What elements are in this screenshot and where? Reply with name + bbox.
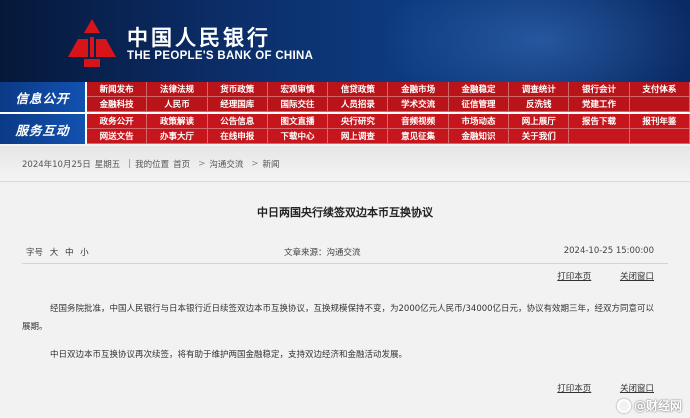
breadcrumb-communication[interactable]: 沟通交流 — [209, 158, 243, 170]
article-paragraph: 经国务院批准，中国人民银行与日本银行近日续签双边本币互换协议，互换规模保持不变，… — [22, 304, 655, 332]
row2-item-11[interactable]: 办事大厅 — [147, 129, 208, 144]
bank-name-en: THE PEOPLE'S BANK OF CHINA — [127, 50, 314, 62]
row1-item-1[interactable]: 法律法规 — [147, 82, 208, 97]
nav-row-info: 信息公开 新闻发布 法律法规 货币政策 宏观审慎 信贷政策 金融市场 金融稳定 调查统计 银行会… — [0, 82, 690, 112]
row2-item-6[interactable]: 市场动态 — [448, 114, 510, 129]
article-actions-top: 打印本页 关闭窗口 — [531, 270, 654, 282]
nav-label-info-disclosure[interactable]: 信息公开 — [0, 82, 85, 112]
row1-item-3[interactable]: 宏观审慎 — [267, 82, 329, 97]
row1-item-14[interactable]: 人员招录 — [328, 97, 389, 112]
divider — [22, 263, 668, 264]
article-actions-bottom: 打印本页 关闭窗口 — [531, 382, 654, 394]
row2-item-0[interactable]: 政务公开 — [87, 114, 148, 129]
row1-item-10[interactable]: 金融科技 — [87, 97, 148, 112]
font-size-label: 字号 — [26, 248, 44, 258]
row1-item-0[interactable]: 新闻发布 — [87, 82, 148, 97]
main-navigation: 信息公开 新闻发布 法律法规 货币政策 宏观审慎 信贷政策 金融市场 金融稳定 调查统计 银行会… — [0, 82, 690, 144]
article-paragraph: 中日双边本币互换协议再次续签，将有助于维护两国金融稳定，支持双边经济和金融活动发… — [50, 350, 408, 360]
article-source: 文章来源：沟通交流 — [284, 248, 361, 258]
watermark-text: @财经网 — [633, 399, 682, 413]
row1-item-8[interactable]: 银行会计 — [569, 82, 630, 97]
row2-item-14[interactable]: 网上调查 — [328, 129, 389, 144]
print-page-link[interactable]: 打印本页 — [557, 272, 591, 282]
row2-item-12[interactable]: 在线申报 — [207, 129, 268, 144]
row1-item-5[interactable]: 金融市场 — [388, 82, 449, 97]
row1-item-11[interactable]: 人民币 — [147, 97, 208, 112]
font-size-large[interactable]: 大 — [50, 248, 59, 258]
banner-glow — [380, 0, 690, 82]
close-window-link[interactable]: 关闭窗口 — [620, 272, 654, 282]
watermark: @财经网 — [616, 397, 682, 414]
row2-item-3[interactable]: 图文直播 — [267, 114, 329, 129]
weibo-icon — [616, 398, 631, 413]
row2-item-17[interactable]: 关于我们 — [509, 129, 570, 144]
breadcrumb-separator: > — [251, 158, 259, 169]
row2-item-13[interactable]: 下载中心 — [267, 129, 329, 144]
print-page-link[interactable]: 打印本页 — [557, 384, 591, 394]
breadcrumb-home[interactable]: 首页 — [173, 158, 190, 170]
row1-item-4[interactable]: 信贷政策 — [328, 82, 389, 97]
font-size-small[interactable]: 小 — [80, 248, 89, 258]
pboc-logo-icon[interactable] — [64, 17, 120, 69]
row2-item-15[interactable]: 意见征集 — [388, 129, 449, 144]
row1-item-9[interactable]: 支付体系 — [629, 82, 690, 97]
nav-row-service: 服务互动 政务公开 政策解读 公告信息 图文直播 央行研究 音频视频 市场动态 网上展厅 报告下… — [0, 114, 690, 144]
row2-item-2[interactable]: 公告信息 — [207, 114, 268, 129]
row2-item-16[interactable]: 金融知识 — [448, 129, 510, 144]
breadcrumb: 2024年10月25日 星期五 | 我的位置 首页 > 沟通交流 > 新闻 — [0, 146, 690, 182]
row2-item-5[interactable]: 音频视频 — [388, 114, 449, 129]
row1-item-13[interactable]: 国际交往 — [267, 97, 329, 112]
location-label: 我的位置 — [135, 159, 170, 170]
bank-name-cn: 中国人民银行 — [127, 25, 271, 50]
row1-item-12[interactable]: 经理国库 — [207, 97, 268, 112]
article-content: 中日两国央行续签双边本币互换协议 字号 大 中 小 文章来源：沟通交流 2024… — [22, 186, 668, 418]
row2-empty-cell — [569, 129, 630, 144]
breadcrumb-separator: > — [198, 158, 206, 169]
site-banner: 中国人民银行 THE PEOPLE'S BANK OF CHINA — [0, 0, 690, 82]
row2-item-8[interactable]: 报告下载 — [569, 114, 630, 129]
row1-item-17[interactable]: 反洗钱 — [509, 97, 570, 112]
row1-item-6[interactable]: 金融稳定 — [448, 82, 510, 97]
row2-item-1[interactable]: 政策解读 — [147, 114, 208, 129]
row1-item-16[interactable]: 征信管理 — [448, 97, 510, 112]
breadcrumb-news[interactable]: 新闻 — [262, 158, 279, 170]
font-size-medium[interactable]: 中 — [65, 248, 74, 258]
current-weekday: 星期五 — [94, 159, 121, 170]
nav-grid-info: 新闻发布 法律法规 货币政策 宏观审慎 信贷政策 金融市场 金融稳定 调查统计 银行会计 支付体系… — [87, 82, 690, 112]
row1-item-7[interactable]: 调查统计 — [509, 82, 570, 97]
article-date: 2024-10-25 15:00:00 — [563, 246, 654, 256]
row2-item-10[interactable]: 网送文告 — [87, 129, 148, 144]
nav-label-service-interaction[interactable]: 服务互动 — [0, 114, 85, 144]
article-meta: 字号 大 中 小 文章来源：沟通交流 2024-10-25 15:00:00 — [22, 246, 668, 260]
row1-item-15[interactable]: 学术交流 — [388, 97, 449, 112]
article-title: 中日两国央行续签双边本币互换协议 — [257, 206, 433, 219]
nav-grid-service: 政务公开 政策解读 公告信息 图文直播 央行研究 音频视频 市场动态 网上展厅 报告下载 报刊年鉴… — [87, 114, 690, 144]
font-size-control: 字号 大 中 小 — [26, 246, 89, 258]
row1-item-18[interactable]: 党建工作 — [569, 97, 630, 112]
close-window-link[interactable]: 关闭窗口 — [620, 384, 654, 394]
breadcrumb-separator: | — [128, 158, 132, 169]
row2-item-9[interactable]: 报刊年鉴 — [629, 114, 690, 129]
row1-empty-cell — [629, 97, 690, 112]
row1-item-2[interactable]: 货币政策 — [207, 82, 268, 97]
row2-item-4[interactable]: 央行研究 — [328, 114, 389, 129]
row2-item-7[interactable]: 网上展厅 — [509, 114, 570, 129]
row2-empty-cell — [629, 129, 690, 144]
current-date: 2024年10月25日 — [22, 159, 91, 170]
